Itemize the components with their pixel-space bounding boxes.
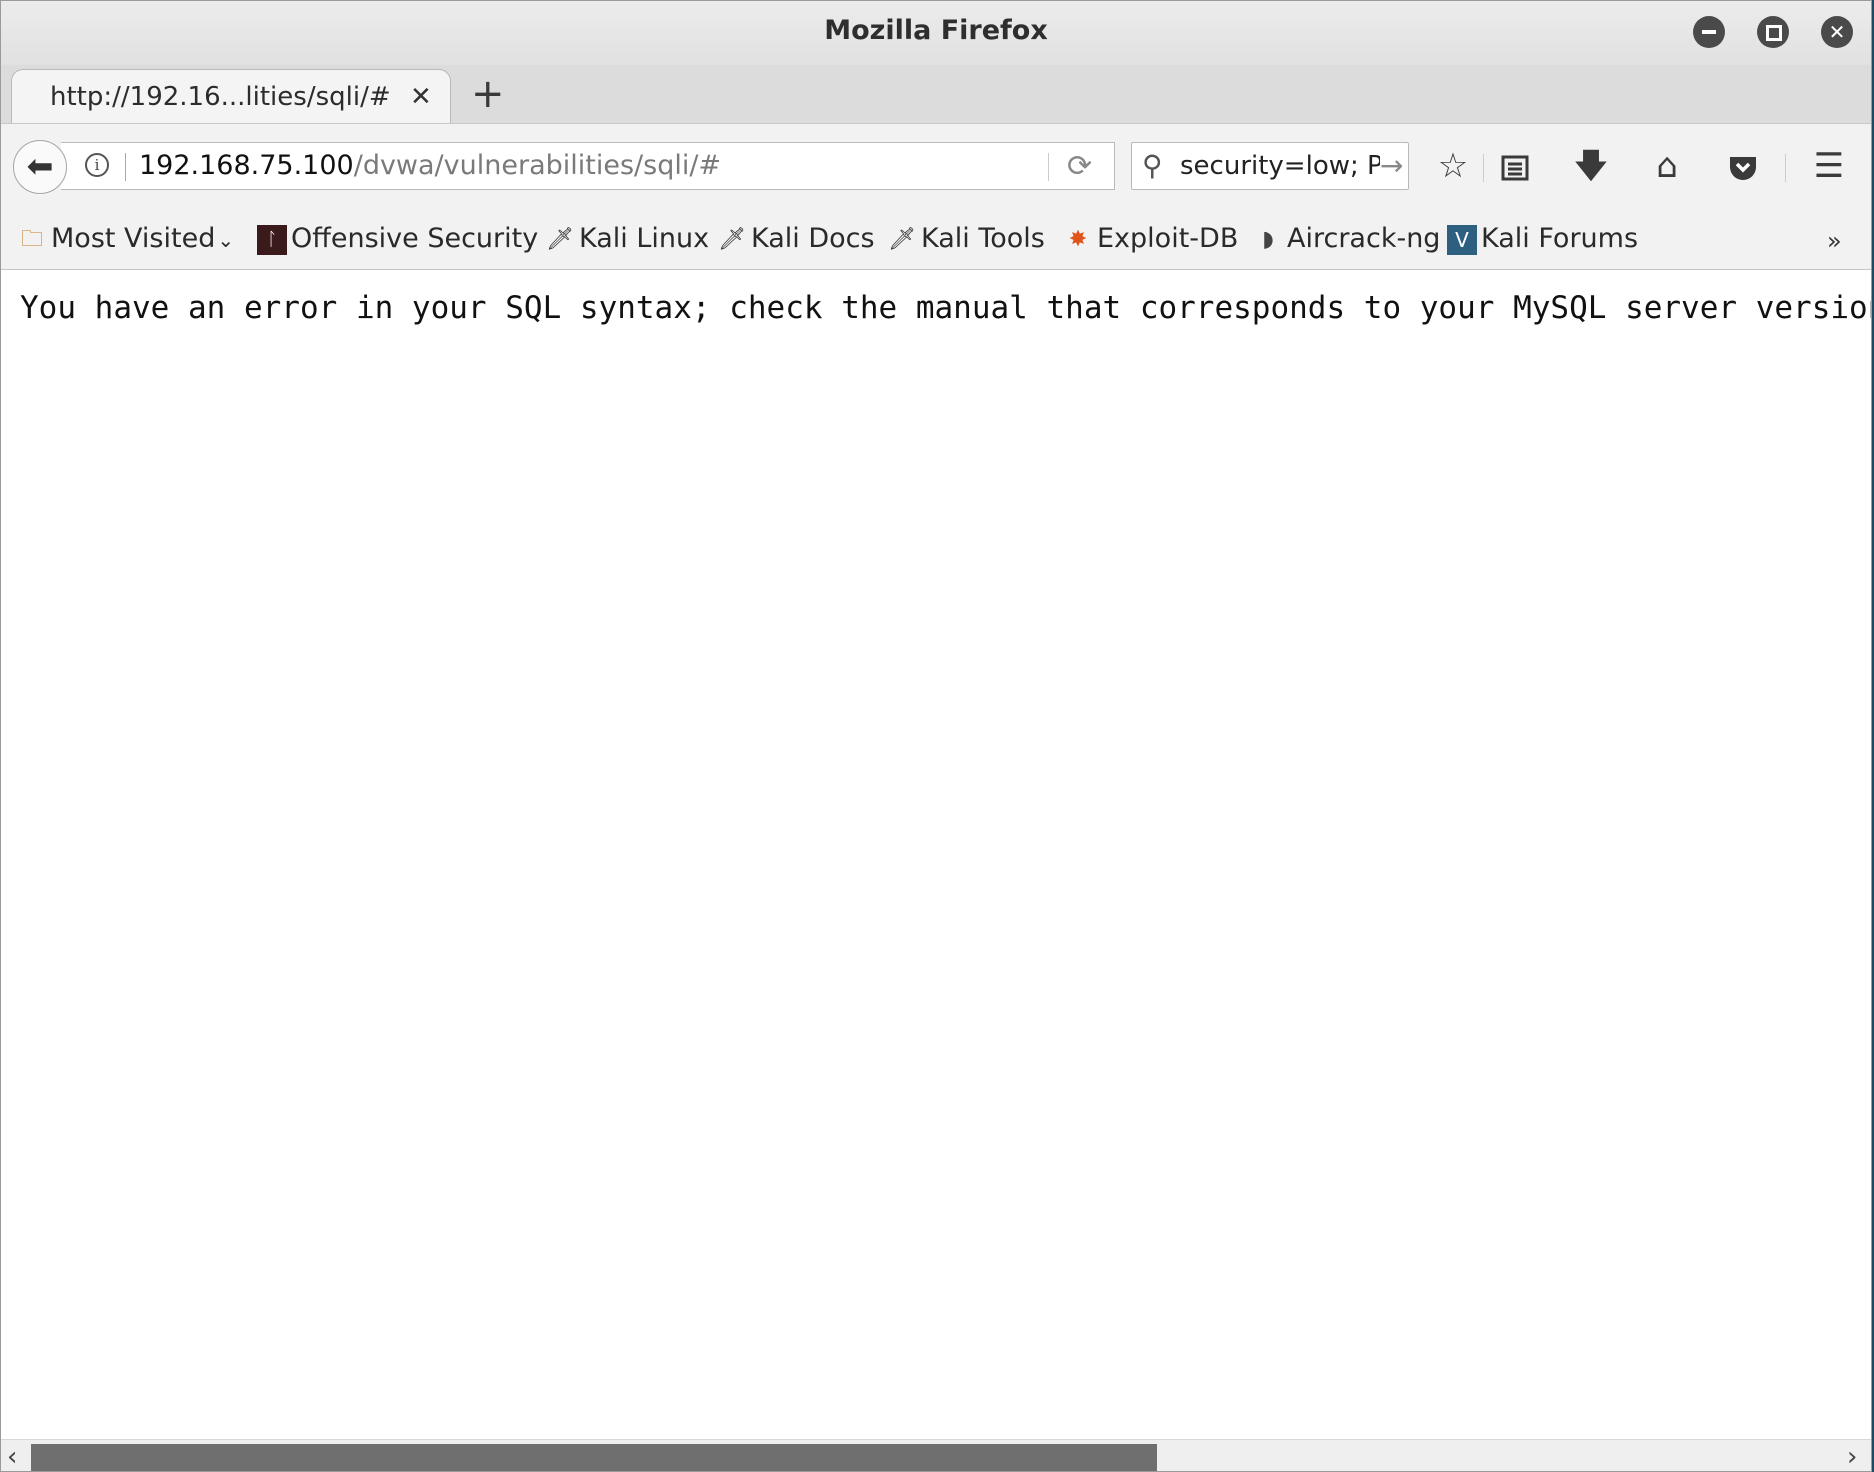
url-bar[interactable]: i 192.168.75.100/dvwa/vulnerabilities/sq…	[61, 142, 1115, 190]
bookmark-kali-docs[interactable]: 🗡 Kali Docs	[717, 219, 875, 259]
bookmark-aircrack-ng[interactable]: ◗ Aircrack-ng	[1253, 219, 1440, 259]
chevron-down-icon: ⌄	[217, 228, 235, 252]
horizontal-scrollbar[interactable]: ‹ ›	[1, 1439, 1871, 1471]
search-input[interactable]: security=low; P	[1180, 151, 1383, 181]
exploitdb-bug-icon: ✸	[1068, 226, 1088, 252]
scroll-left-icon[interactable]: ‹	[7, 1442, 17, 1471]
browser-window: Mozilla Firefox ✕ http://192.16...lities…	[0, 0, 1872, 1472]
bookmarks-overflow-button[interactable]: »	[1827, 227, 1842, 255]
bookmark-label: Kali Forums	[1481, 223, 1639, 254]
home-icon[interactable]: ⌂	[1643, 142, 1691, 190]
url-path: /dvwa/vulnerabilities/sqli/#	[353, 150, 722, 181]
bookmark-most-visited[interactable]: 🗀 Most Visited ⌄	[17, 219, 234, 259]
minimize-button[interactable]	[1693, 16, 1725, 48]
folder-icon: 🗀	[20, 226, 43, 252]
bookmark-label: Exploit-DB	[1097, 223, 1239, 254]
title-bar: Mozilla Firefox ✕	[1, 1, 1871, 65]
page-content: You have an error in your SQL syntax; ch…	[1, 270, 1871, 1440]
bookmark-exploit-db[interactable]: ✸ Exploit-DB	[1063, 219, 1239, 259]
tab-strip: http://192.16...lities/sqli/# ✕ +	[1, 65, 1871, 125]
maximize-button[interactable]	[1757, 16, 1789, 48]
navigation-toolbar: i 192.168.75.100/dvwa/vulnerabilities/sq…	[1, 123, 1871, 210]
bookmark-label: Aircrack-ng	[1287, 223, 1441, 254]
search-bar[interactable]: ⚲ security=low; P →	[1131, 142, 1409, 190]
bookmarks-toolbar: 🗀 Most Visited ⌄ ᛚ Offensive Security 🗡 Kali…	[1, 209, 1871, 270]
reader-list-icon[interactable]	[1491, 142, 1539, 190]
aircrack-icon: ◗	[1262, 226, 1274, 252]
toolbar-separator	[1785, 154, 1786, 182]
offsec-icon: ᛚ	[257, 224, 287, 255]
bookmark-offensive-security[interactable]: ᛚ Offensive Security	[257, 219, 538, 259]
back-button[interactable]: ⬅	[13, 140, 67, 194]
maximize-icon	[1766, 25, 1782, 41]
bookmark-label: Offensive Security	[291, 223, 539, 254]
reload-separator	[1048, 153, 1049, 181]
tab-close-icon[interactable]: ✕	[410, 82, 432, 112]
toolbar-separator	[1483, 154, 1484, 182]
window-title: Mozilla Firefox	[824, 15, 1048, 46]
minimize-icon	[1702, 30, 1716, 34]
bookmark-label: Kali Tools	[921, 223, 1045, 254]
url-host: 192.168.75.100	[139, 150, 354, 181]
bookmark-label: Kali Docs	[751, 223, 875, 254]
pocket-icon[interactable]	[1719, 142, 1767, 190]
tab-title: http://192.16...lities/sqli/#	[50, 82, 391, 112]
bookmark-kali-tools[interactable]: 🗡 Kali Tools	[887, 219, 1045, 259]
site-info-icon[interactable]: i	[85, 153, 109, 177]
download-icon[interactable]: 🡇	[1567, 142, 1615, 190]
close-window-button[interactable]: ✕	[1821, 16, 1853, 48]
new-tab-button[interactable]: +	[471, 71, 505, 117]
back-arrow-icon: ⬅	[26, 147, 54, 185]
bookmark-label: Most Visited	[51, 223, 216, 254]
scrollbar-thumb[interactable]	[31, 1444, 1157, 1471]
url-text[interactable]: 192.168.75.100/dvwa/vulnerabilities/sqli…	[139, 150, 721, 181]
menu-icon[interactable]: ☰	[1805, 142, 1853, 190]
reload-icon[interactable]: ⟳	[1067, 149, 1092, 184]
search-icon: ⚲	[1142, 149, 1163, 182]
search-go-icon[interactable]: →	[1380, 149, 1404, 182]
tab-active[interactable]: http://192.16...lities/sqli/# ✕	[11, 69, 451, 125]
url-separator	[125, 153, 126, 181]
sql-error-message: You have an error in your SQL syntax; ch…	[20, 290, 1871, 326]
bookmark-kali-forums[interactable]: V Kali Forums	[1447, 219, 1638, 259]
bookmark-label: Kali Linux	[579, 223, 710, 254]
kali-dragon-icon: 🗡	[718, 226, 746, 252]
star-icon[interactable]: ☆	[1429, 142, 1477, 190]
kali-forums-icon: V	[1447, 224, 1477, 255]
scroll-right-icon[interactable]: ›	[1847, 1442, 1857, 1471]
kali-dragon-icon: 🗡	[546, 226, 574, 252]
bookmark-kali-linux[interactable]: 🗡 Kali Linux	[545, 219, 709, 259]
close-icon: ✕	[1828, 20, 1846, 44]
kali-dragon-icon: 🗡	[888, 226, 916, 252]
